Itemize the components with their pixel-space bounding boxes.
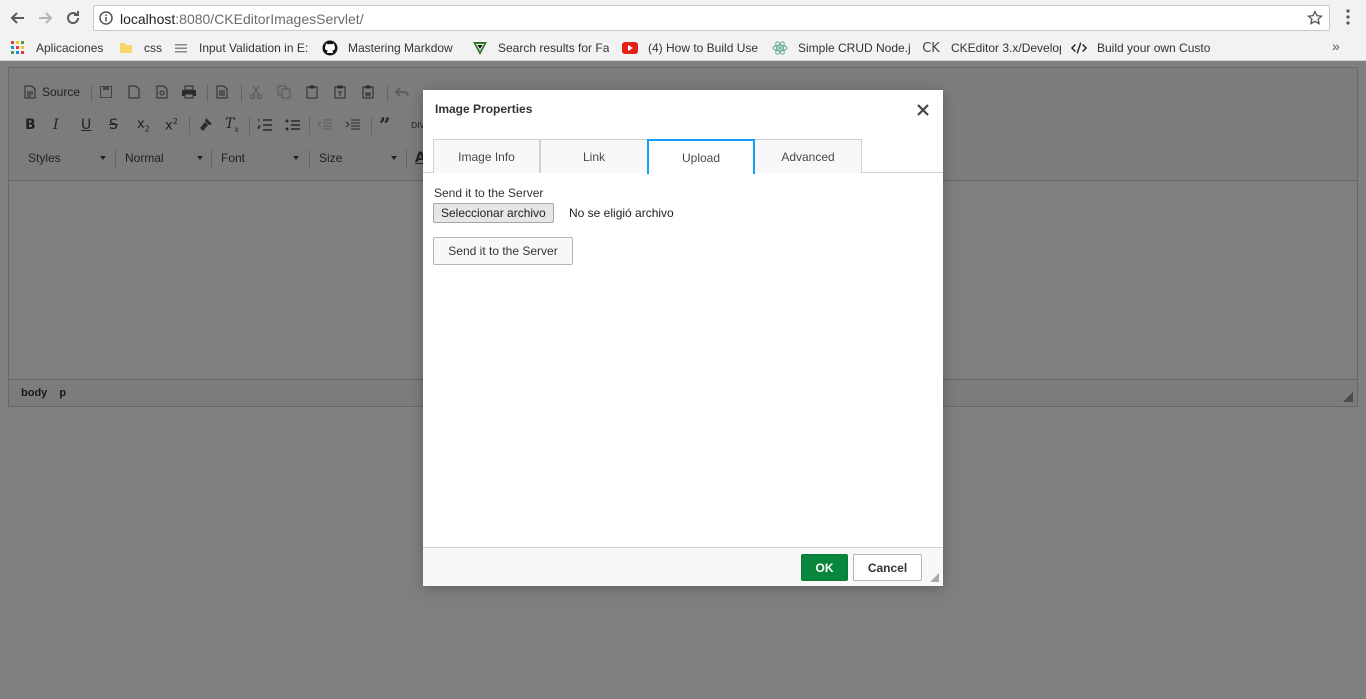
bookmark-input-validation[interactable]: Input Validation in E: <box>173 39 313 57</box>
file-status-text: No se eligió archivo <box>569 206 674 220</box>
send-to-server-button[interactable]: Send it to the Server <box>433 237 573 265</box>
tab-image-info[interactable]: Image Info <box>433 139 540 173</box>
bookmark-simple-crud[interactable]: Simple CRUD Node.j <box>772 39 910 57</box>
tab-link[interactable]: Link <box>540 139 648 173</box>
ok-button[interactable]: OK <box>801 554 848 581</box>
address-bar[interactable]: localhost:8080/CKEditorImagesServlet/ <box>93 5 1330 31</box>
bookmark-how-to-build[interactable]: (4) How to Build Use <box>622 39 760 57</box>
url-path: :8080/CKEditorImagesServlet/ <box>175 11 364 27</box>
bookmark-search-results[interactable]: Search results for Fa <box>472 39 610 57</box>
bookmark-label: Build your own Custo <box>1097 41 1211 55</box>
bookmark-label: Input Validation in E: <box>199 41 309 55</box>
dialog-resize-grip-icon[interactable] <box>930 573 939 582</box>
github-icon <box>322 40 338 56</box>
kebab-menu-icon[interactable] <box>1340 8 1356 26</box>
atom-icon <box>772 40 788 56</box>
bookmark-label: (4) How to Build Use <box>648 41 759 55</box>
bookmark-label: Simple CRUD Node.j <box>798 41 910 55</box>
forward-arrow-icon <box>39 12 53 24</box>
bookmark-label: Mastering Markdow <box>348 41 453 55</box>
bookmark-label: css <box>144 41 162 55</box>
bookmark-label: CKEditor 3.x/Develop <box>951 41 1061 55</box>
browser-toolbar: localhost:8080/CKEditorImagesServlet/ <box>0 0 1366 35</box>
bookmark-star-icon[interactable] <box>1307 10 1323 26</box>
bookmark-label: Search results for Fa <box>498 41 610 55</box>
tab-upload[interactable]: Upload <box>647 139 755 174</box>
tab-advanced[interactable]: Advanced <box>754 139 862 173</box>
close-icon[interactable] <box>916 103 930 117</box>
bookmark-label: Aplicaciones <box>36 41 104 55</box>
youtube-icon <box>622 40 638 56</box>
choose-file-button[interactable]: Seleccionar archivo <box>433 203 554 223</box>
reload-icon <box>67 11 80 25</box>
dialog-title: Image Properties <box>435 102 533 116</box>
dialog-footer: OK Cancel <box>423 547 943 586</box>
dialog-tabs: Image Info Link Upload Advanced <box>423 138 943 174</box>
back-button[interactable] <box>7 7 29 29</box>
bookmark-css-folder[interactable]: css <box>118 39 168 57</box>
apps-grid-icon <box>10 40 26 56</box>
code-icon <box>1071 40 1087 56</box>
folder-icon <box>118 40 134 56</box>
url-host: localhost <box>120 11 176 27</box>
info-icon[interactable] <box>99 11 113 25</box>
url-text: localhost:8080/CKEditorImagesServlet/ <box>120 11 364 27</box>
back-arrow-icon <box>10 12 24 24</box>
image-properties-dialog: Image Properties Image Info Link Upload … <box>423 90 943 586</box>
cancel-button[interactable]: Cancel <box>853 554 922 581</box>
page-lines-icon <box>173 40 189 56</box>
bookmarks-bar: Aplicaciones css Input Validation in E: … <box>0 35 1366 61</box>
forward-button[interactable] <box>34 7 56 29</box>
ck-logo-icon: CK <box>922 40 940 56</box>
v-logo-icon <box>472 40 488 56</box>
upload-field-label: Send it to the Server <box>434 186 544 200</box>
reload-button[interactable] <box>62 7 84 29</box>
bookmark-mastering-markdown[interactable]: Mastering Markdow <box>322 39 460 57</box>
bookmark-build-your-own[interactable]: Build your own Custo <box>1071 39 1211 57</box>
bookmark-apps[interactable]: Aplicaciones <box>10 39 110 57</box>
bookmarks-overflow-chevron[interactable]: » <box>1332 38 1340 54</box>
bookmark-ckeditor[interactable]: CK CKEditor 3.x/Develop <box>921 39 1061 57</box>
